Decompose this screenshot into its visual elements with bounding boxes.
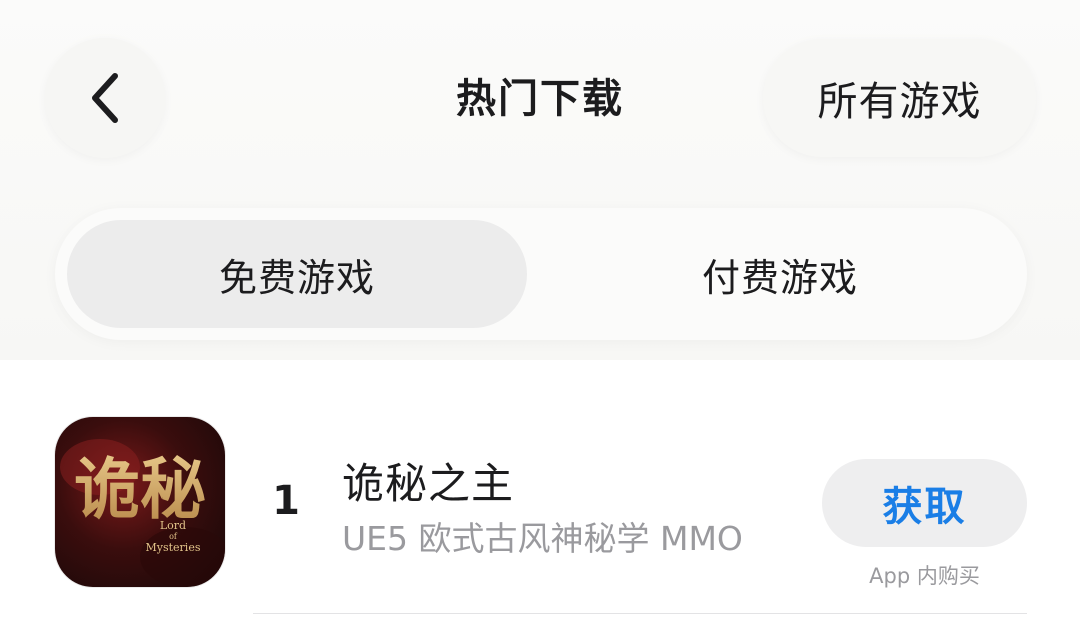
divider [253, 613, 1027, 614]
app-icon-logo-line3: Mysteries [146, 541, 201, 554]
all-games-button[interactable]: 所有游戏 [763, 39, 1036, 157]
page-title: 热门下载 [456, 76, 624, 122]
app-icon-logo-line2: of [169, 532, 178, 541]
top-bar: 热门下载 所有游戏 免费游戏 付费游戏 [0, 0, 1080, 360]
app-subtitle: UE5 欧式古风神秘学 MMO [342, 519, 743, 558]
app-name[interactable]: 诡秘之主 [342, 450, 514, 511]
in-app-purchase-note: App 内购买 [869, 564, 980, 588]
list-item[interactable]: 诡秘 Lord of Mysteries 1 诡秘之主 UE5 欧式古风神秘学 … [0, 400, 1080, 615]
app-icon-logo-line1: Lord [160, 519, 186, 532]
rank-number: 1 [272, 478, 300, 524]
tab-free-games[interactable]: 免费游戏 [67, 220, 527, 328]
back-button[interactable] [45, 38, 165, 158]
get-button[interactable]: 获取 [822, 459, 1027, 547]
tab-paid-games[interactable]: 付费游戏 [545, 220, 1015, 328]
app-icon-lord-of-mysteries[interactable]: 诡秘 Lord of Mysteries [55, 417, 225, 587]
chevron-left-icon [85, 68, 125, 128]
app-icon-title-text: 诡秘 [74, 450, 206, 528]
segmented-control: 免费游戏 付费游戏 [55, 208, 1027, 340]
